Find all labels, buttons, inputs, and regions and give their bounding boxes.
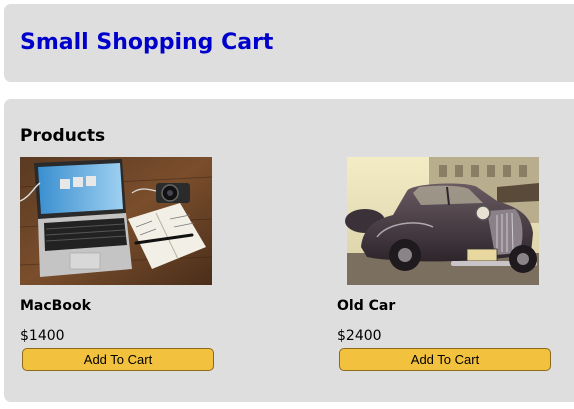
product-price: $1400 <box>20 328 65 344</box>
page-title: Small Shopping Cart <box>20 30 274 55</box>
product-name: Old Car <box>337 298 396 314</box>
product-price: $2400 <box>337 328 382 344</box>
header-panel: Small Shopping Cart <box>4 4 574 82</box>
product-name: MacBook <box>20 298 91 314</box>
laptop-photo <box>20 157 212 285</box>
add-to-cart-button[interactable]: Add To Cart <box>22 348 214 371</box>
vintage-car-photo <box>345 157 539 285</box>
add-to-cart-button[interactable]: Add To Cart <box>339 348 551 371</box>
products-heading: Products <box>20 126 106 146</box>
product-card: MacBook $1400 Add To Cart <box>20 157 216 377</box>
product-card: Old Car $2400 Add To Cart <box>337 157 551 377</box>
products-panel: Products MacBook $1400 Add To Cart Old C… <box>4 99 574 402</box>
